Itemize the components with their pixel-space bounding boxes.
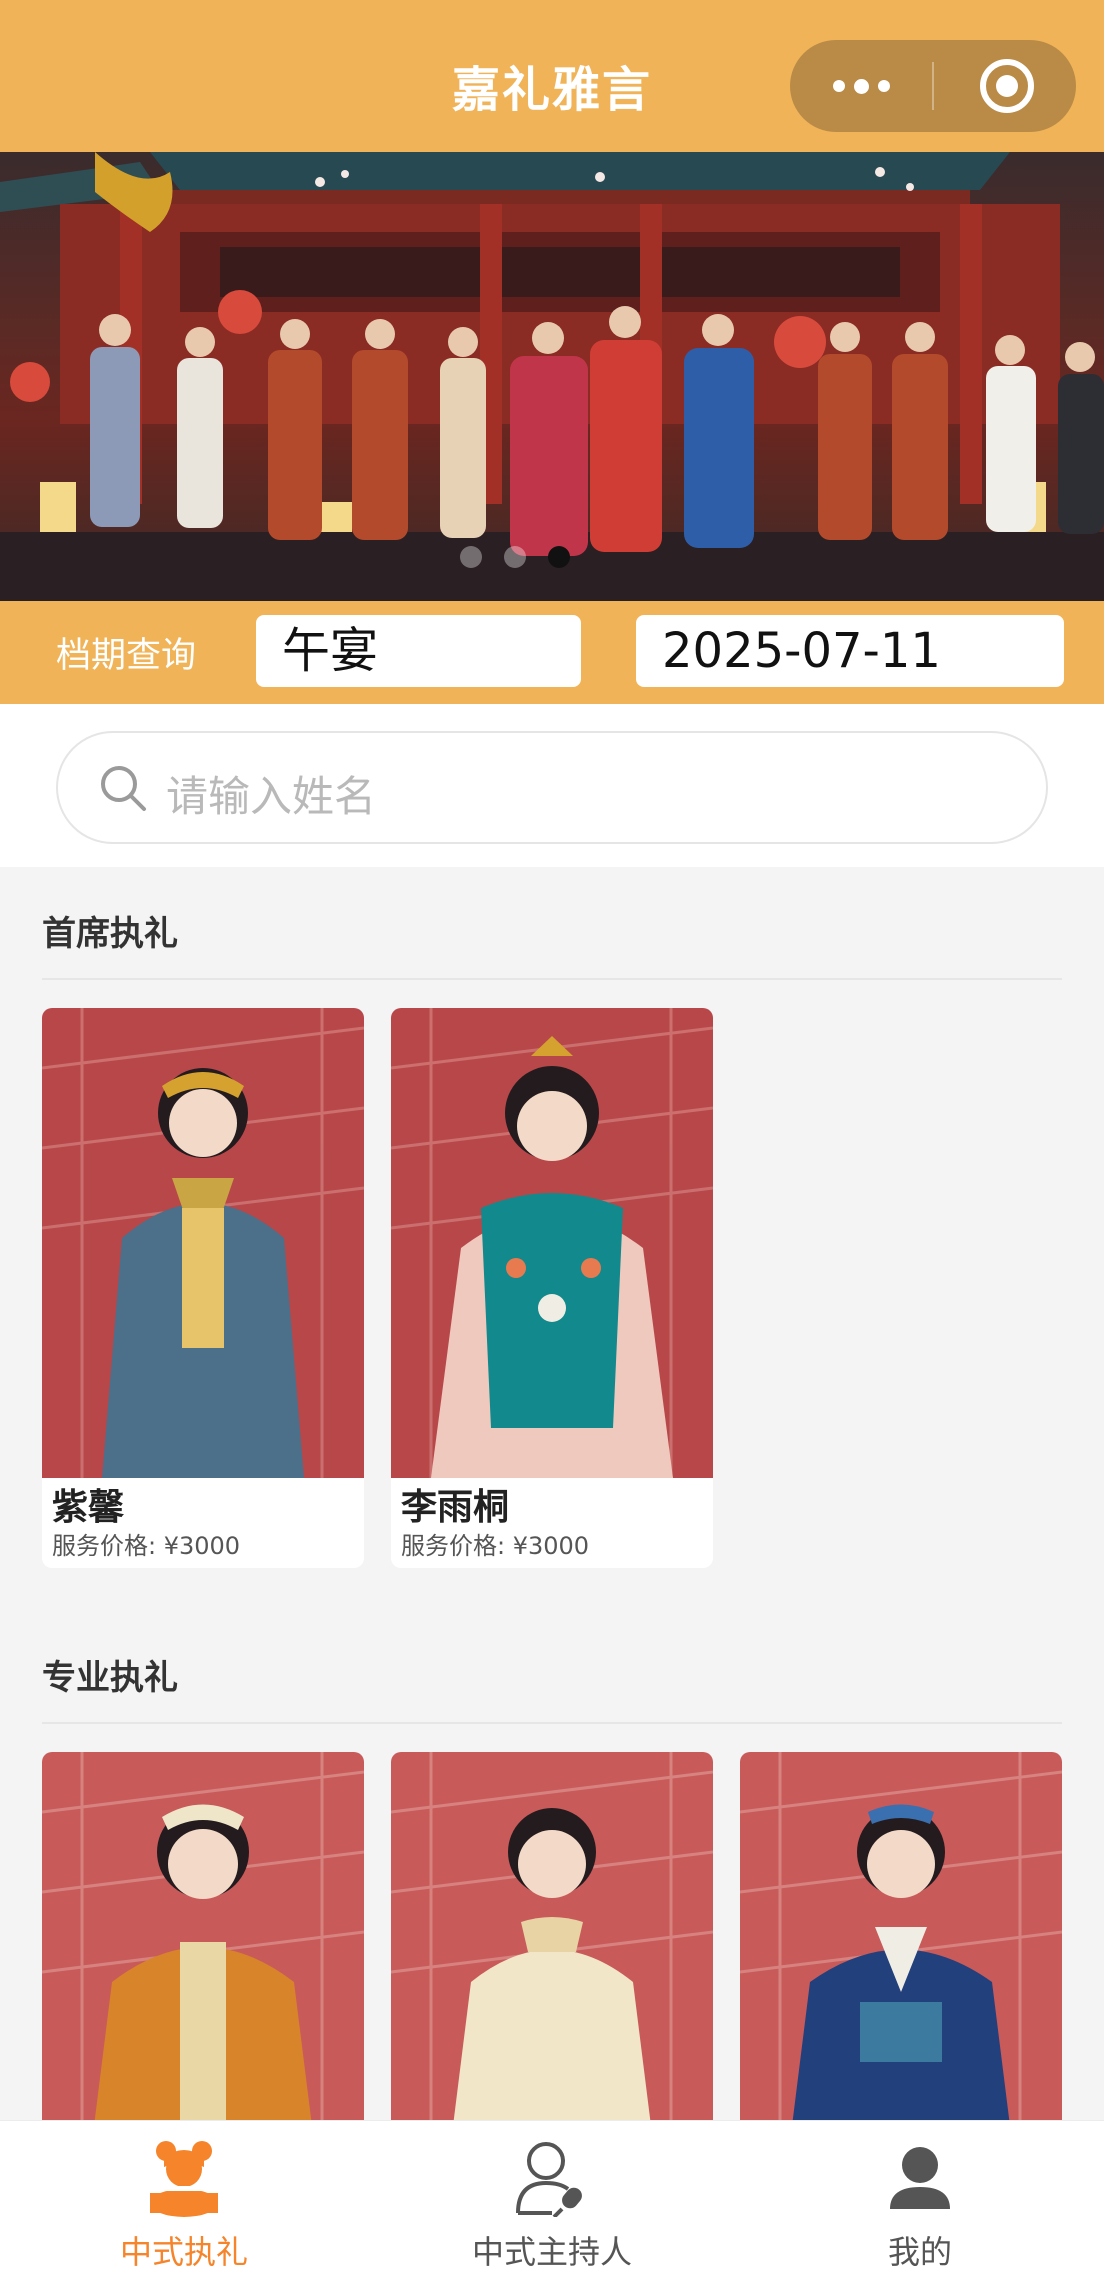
schedule-query-label: 档期查询 bbox=[56, 636, 197, 676]
performer-name: 紫馨 bbox=[52, 1487, 125, 1528]
tab-label: 我的 bbox=[887, 2233, 952, 2271]
target-close-icon[interactable] bbox=[980, 59, 1034, 113]
tab-mine[interactable]: 我的 bbox=[736, 2121, 1104, 2276]
top-nav-bar: 嘉礼雅言 bbox=[0, 0, 1104, 152]
performer-card[interactable]: 紫馨 服务价格: ¥3000 bbox=[42, 1008, 364, 1568]
app-page: 嘉礼雅言 档期查询 午宴 2025-07-11 请输入姓名 首席执礼 紫馨 服务… bbox=[0, 0, 1104, 2276]
section-divider bbox=[42, 1722, 1062, 1724]
bottom-tab-bar: 中式执礼 中式主持人 我的 bbox=[0, 2120, 1104, 2276]
search-placeholder: 请输入姓名 bbox=[166, 772, 377, 821]
capsule-divider bbox=[932, 62, 934, 110]
section-divider bbox=[42, 978, 1062, 980]
schedule-query-bar: 档期查询 午宴 2025-07-11 bbox=[0, 601, 1104, 704]
banner-image bbox=[0, 152, 1104, 601]
date-picker[interactable]: 2025-07-11 bbox=[636, 615, 1064, 687]
search-area: 请输入姓名 bbox=[0, 704, 1104, 867]
host-microphone-icon bbox=[516, 2142, 582, 2217]
carousel-indicator bbox=[460, 546, 570, 568]
performer-name: 李雨桐 bbox=[401, 1487, 510, 1528]
meal-picker[interactable]: 午宴 bbox=[256, 615, 581, 687]
section-title-professional: 专业执礼 bbox=[42, 1658, 178, 1698]
search-input[interactable]: 请输入姓名 bbox=[56, 731, 1048, 844]
bride-icon bbox=[150, 2141, 218, 2217]
performer-price: 服务价格: ¥3000 bbox=[52, 1532, 241, 1560]
performer-card[interactable]: 李雨桐 服务价格: ¥3000 bbox=[391, 1008, 713, 1568]
more-dots-icon[interactable] bbox=[790, 40, 932, 132]
carousel-dot[interactable] bbox=[460, 546, 482, 568]
banner-carousel[interactable] bbox=[0, 152, 1104, 601]
performer-price: 服务价格: ¥3000 bbox=[401, 1532, 590, 1560]
tab-chinese-ceremony[interactable]: 中式执礼 bbox=[0, 2121, 368, 2276]
performer-info: 紫馨 服务价格: ¥3000 bbox=[42, 1478, 364, 1568]
mini-program-capsule bbox=[790, 40, 1076, 132]
search-icon bbox=[101, 766, 146, 811]
tab-chinese-host[interactable]: 中式主持人 bbox=[368, 2121, 736, 2276]
tab-label: 中式主持人 bbox=[471, 2233, 632, 2271]
tab-label: 中式执礼 bbox=[119, 2233, 248, 2271]
carousel-dot[interactable] bbox=[504, 546, 526, 568]
performer-photo bbox=[42, 1008, 364, 1478]
performer-info: 李雨桐 服务价格: ¥3000 bbox=[391, 1478, 713, 1568]
section-title-chief: 首席执礼 bbox=[42, 914, 178, 954]
performer-photo bbox=[391, 1008, 713, 1478]
carousel-dot-active[interactable] bbox=[548, 546, 570, 568]
user-profile-icon bbox=[890, 2147, 950, 2209]
